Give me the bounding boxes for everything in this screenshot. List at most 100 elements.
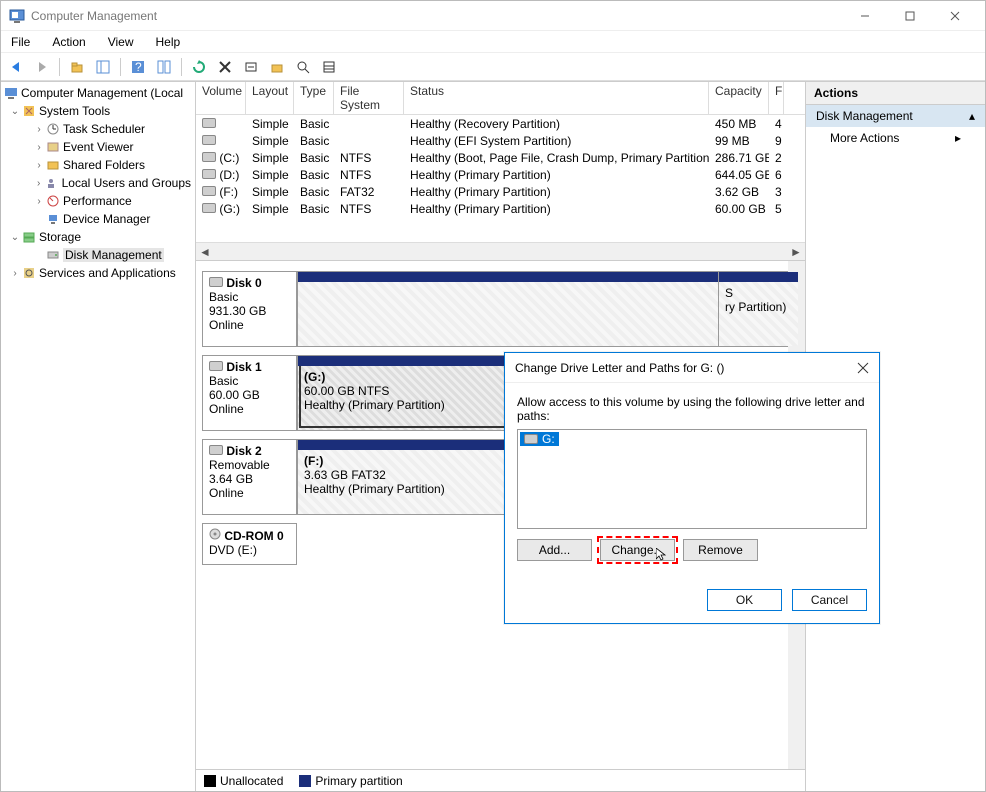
- tool-open-icon[interactable]: [266, 56, 288, 78]
- change-drive-letter-dialog: Change Drive Letter and Paths for G: () …: [504, 352, 880, 624]
- titlebar: Computer Management: [1, 1, 985, 31]
- actions-section[interactable]: Disk Management ▴: [806, 105, 985, 127]
- horizontal-scrollbar[interactable]: ◄ ►: [196, 242, 805, 260]
- maximize-button[interactable]: [887, 2, 932, 30]
- legend-primary: Primary partition: [315, 774, 402, 788]
- drive-paths-list[interactable]: G:: [517, 429, 867, 529]
- volume-list[interactable]: Volume Layout Type File System Status Ca…: [196, 82, 805, 260]
- col-type[interactable]: Type: [294, 82, 334, 114]
- folder-icon: [45, 157, 61, 173]
- col-layout[interactable]: Layout: [246, 82, 294, 114]
- volume-row[interactable]: (D:)SimpleBasicNTFSHealthy (Primary Part…: [196, 166, 805, 183]
- disk-size: 60.00 GB: [209, 388, 260, 402]
- collapse-icon[interactable]: ▴: [969, 109, 975, 123]
- help-button[interactable]: ?: [127, 56, 149, 78]
- disk-label[interactable]: CD-ROM 0 DVD (E:): [202, 523, 297, 565]
- forward-button[interactable]: [31, 56, 53, 78]
- partition[interactable]: (F:)3.63 GB FAT32Healthy (Primary Partit…: [297, 440, 518, 514]
- toolbar: ?: [1, 53, 985, 81]
- col-free[interactable]: F: [769, 82, 784, 114]
- refresh-button[interactable]: [188, 56, 210, 78]
- users-icon: [44, 175, 59, 191]
- cdrom-icon: [209, 529, 221, 543]
- menu-help[interactable]: Help: [152, 33, 185, 51]
- show-tree-button[interactable]: [92, 56, 114, 78]
- computer-icon: [3, 85, 19, 101]
- cursor-icon: [656, 548, 670, 562]
- volume-row[interactable]: (G:)SimpleBasicNTFSHealthy (Primary Part…: [196, 200, 805, 217]
- disk-icon: [209, 361, 223, 371]
- legend-unallocated: Unallocated: [220, 774, 283, 788]
- tree-storage[interactable]: Storage: [39, 230, 81, 244]
- remove-button[interactable]: Remove: [683, 539, 758, 561]
- col-status[interactable]: Status: [404, 82, 709, 114]
- tree-shared-folders[interactable]: Shared Folders: [63, 158, 145, 172]
- tree-disk-management[interactable]: Disk Management: [63, 248, 164, 262]
- add-button[interactable]: Add...: [517, 539, 592, 561]
- navigation-tree[interactable]: Computer Management (Local ⌄ System Tool…: [1, 82, 196, 791]
- col-capacity[interactable]: Capacity: [709, 82, 769, 114]
- tree-local-users[interactable]: Local Users and Groups: [62, 176, 191, 190]
- scroll-left-icon[interactable]: ◄: [196, 245, 214, 259]
- tree-root[interactable]: Computer Management (Local: [21, 86, 183, 100]
- panes-button[interactable]: [153, 56, 175, 78]
- storage-icon: [21, 229, 37, 245]
- tools-icon: [21, 103, 37, 119]
- disk-type: Basic: [209, 374, 238, 388]
- tree-services[interactable]: Services and Applications: [39, 266, 176, 280]
- window-title: Computer Management: [31, 9, 842, 23]
- disk-label[interactable]: Disk 2 Removable 3.64 GB Online: [202, 439, 297, 515]
- volume-row[interactable]: SimpleBasicHealthy (EFI System Partition…: [196, 132, 805, 149]
- collapse-icon[interactable]: ⌄: [9, 106, 21, 117]
- disk-label[interactable]: Disk 1 Basic 60.00 GB Online: [202, 355, 297, 431]
- close-button[interactable]: [932, 2, 977, 30]
- volume-row[interactable]: (F:)SimpleBasicFAT32Healthy (Primary Par…: [196, 183, 805, 200]
- col-filesystem[interactable]: File System: [334, 82, 404, 114]
- disk-row: Disk 0 Basic 931.30 GB Online Sry Partit…: [202, 271, 799, 347]
- tool-settings-icon[interactable]: [240, 56, 262, 78]
- dialog-close-button[interactable]: [857, 362, 869, 374]
- legend-swatch-unallocated: [204, 775, 216, 787]
- volume-icon: [202, 203, 216, 213]
- scroll-right-icon[interactable]: ►: [787, 245, 805, 259]
- volume-icon: [202, 152, 216, 162]
- legend: Unallocated Primary partition: [196, 769, 805, 791]
- change-button[interactable]: Change...: [600, 539, 675, 561]
- volume-row[interactable]: SimpleBasicHealthy (Recovery Partition)4…: [196, 115, 805, 132]
- drive-path-item[interactable]: G:: [520, 432, 559, 446]
- disk-type: DVD (E:): [209, 543, 257, 557]
- back-button[interactable]: [5, 56, 27, 78]
- disk-name: Disk 0: [226, 276, 261, 290]
- up-button[interactable]: [66, 56, 88, 78]
- menu-file[interactable]: File: [7, 33, 34, 51]
- services-icon: [21, 265, 37, 281]
- tree-device-manager[interactable]: Device Manager: [63, 212, 150, 226]
- tool-x-icon[interactable]: [214, 56, 236, 78]
- tool-search-icon[interactable]: [292, 56, 314, 78]
- partition[interactable]: [297, 272, 718, 346]
- cancel-button[interactable]: Cancel: [792, 589, 867, 611]
- disk-name: Disk 1: [226, 360, 261, 374]
- disk-label[interactable]: Disk 0 Basic 931.30 GB Online: [202, 271, 297, 347]
- scheduler-icon: [45, 121, 61, 137]
- tree-performance[interactable]: Performance: [63, 194, 132, 208]
- disk-status: Online: [209, 486, 244, 500]
- menu-view[interactable]: View: [104, 33, 138, 51]
- tree-task-scheduler[interactable]: Task Scheduler: [63, 122, 145, 136]
- disk-icon: [209, 445, 223, 455]
- disk-size: 931.30 GB: [209, 304, 266, 318]
- tree-system-tools[interactable]: System Tools: [39, 104, 110, 118]
- volume-row[interactable]: (C:)SimpleBasicNTFSHealthy (Boot, Page F…: [196, 149, 805, 166]
- actions-header: Actions: [806, 82, 985, 105]
- ok-button[interactable]: OK: [707, 589, 782, 611]
- collapse-icon[interactable]: ⌄: [9, 232, 21, 243]
- minimize-button[interactable]: [842, 2, 887, 30]
- chevron-right-icon: ▸: [955, 131, 961, 145]
- partition[interactable]: Sry Partition): [718, 272, 798, 346]
- menu-action[interactable]: Action: [48, 33, 89, 51]
- tool-list-icon[interactable]: [318, 56, 340, 78]
- volume-icon: [202, 118, 216, 128]
- more-actions-item[interactable]: More Actions ▸: [806, 127, 985, 149]
- tree-event-viewer[interactable]: Event Viewer: [63, 140, 133, 154]
- col-volume[interactable]: Volume: [196, 82, 246, 114]
